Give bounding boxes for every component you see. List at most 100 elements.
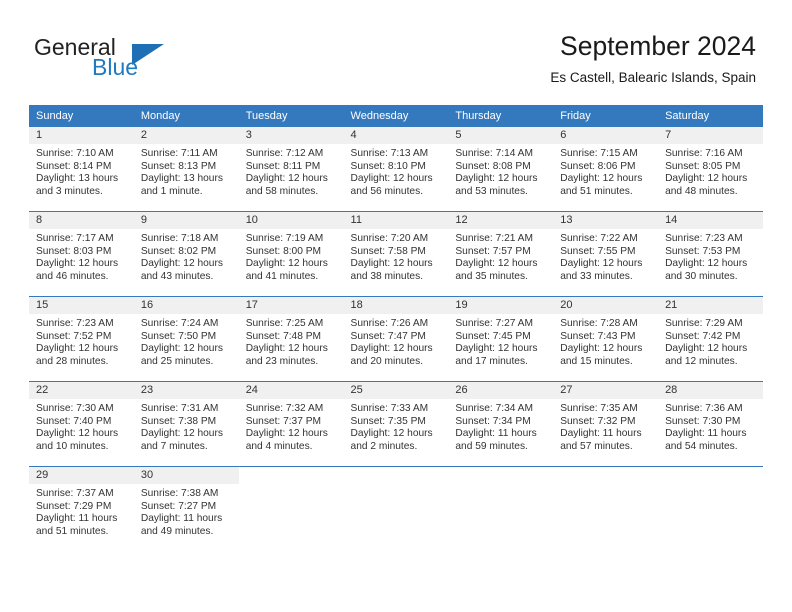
calendar-day-cell[interactable]: 7 Sunrise: 7:16 AM Sunset: 8:05 PM Daylight… [658, 127, 763, 212]
sunset-text: Sunset: 8:11 PM [245, 160, 321, 172]
day-number: 3 [238, 127, 344, 144]
sunset-text: Sunset: 7:52 PM [36, 330, 112, 342]
sunset-text: Sunset: 7:58 PM [350, 245, 426, 257]
calendar-day-cell[interactable]: 18 Sunrise: 7:26 AM Sunset: 7:47 PM Dayligh… [343, 296, 449, 382]
sunrise-text: Sunrise: 7:19 AM [245, 233, 324, 244]
calendar-day-cell[interactable]: 4 Sunrise: 7:13 AM Sunset: 8:10 PM Daylight… [343, 127, 449, 212]
day-details: Sunrise: 7:35 AM Sunset: 7:32 PM Daylight:… [553, 399, 658, 453]
daylight-text-line2: and 35 minutes. [455, 270, 528, 282]
day-details: Sunrise: 7:37 AM Sunset: 7:29 PM Daylight:… [29, 484, 134, 538]
sunrise-text: Sunrise: 7:29 AM [665, 318, 743, 329]
day-number: 7 [658, 127, 763, 144]
calendar-day-cell[interactable]: 11 Sunrise: 7:20 AM Sunset: 7:58 PM Dayligh… [343, 211, 449, 297]
weekday-header-saturday: Saturday [658, 105, 763, 127]
daylight-text-line2: and 28 minutes. [36, 355, 109, 367]
daylight-text-line1: Daylight: 13 hours [36, 173, 119, 185]
day-number: 11 [343, 212, 449, 229]
day-number [448, 467, 553, 484]
calendar-day-cell[interactable]: 15 Sunrise: 7:23 AM Sunset: 7:52 PM Dayligh… [29, 296, 134, 382]
day-details: Sunrise: 7:12 AM Sunset: 8:11 PM Daylight:… [239, 144, 344, 198]
day-number: 18 [343, 297, 449, 314]
day-number: 1 [29, 127, 134, 144]
calendar-day-cell[interactable]: 13 Sunrise: 7:22 AM Sunset: 7:55 PM Dayligh… [553, 211, 659, 297]
daylight-text-line1: Daylight: 12 hours [455, 173, 538, 185]
calendar-day-cell[interactable]: 29 Sunrise: 7:37 AM Sunset: 7:29 PM Dayligh… [29, 466, 134, 551]
sunset-text: Sunset: 7:37 PM [245, 415, 322, 427]
calendar-day-cell[interactable]: 27 Sunrise: 7:35 AM Sunset: 7:32 PM Dayligh… [553, 381, 659, 467]
day-details: Sunrise: 7:36 AM Sunset: 7:30 PM Daylight:… [658, 399, 763, 453]
calendar-day-cell[interactable]: 25 Sunrise: 7:33 AM Sunset: 7:35 PM Dayligh… [343, 381, 449, 467]
daylight-text-line1: Daylight: 12 hours [36, 428, 119, 440]
sunrise-text: Sunrise: 7:15 AM [560, 148, 638, 159]
calendar-week-row: 29 Sunrise: 7:37 AM Sunset: 7:29 PM Dayligh… [29, 466, 763, 551]
daylight-text-line2: and 2 minutes. [350, 440, 418, 452]
day-cell-content: 9 Sunrise: 7:18 AM Sunset: 8:02 PM Daylight… [133, 212, 239, 296]
day-cell-content [344, 467, 449, 551]
calendar-day-cell[interactable]: 24 Sunrise: 7:32 AM Sunset: 7:37 PM Dayligh… [238, 381, 344, 467]
day-number [658, 467, 763, 484]
day-number: 23 [133, 382, 239, 399]
sunrise-text: Sunrise: 7:18 AM [140, 233, 219, 244]
calendar-day-cell[interactable]: 5 Sunrise: 7:14 AM Sunset: 8:08 PM Daylight… [448, 127, 554, 212]
sunrise-text: Sunrise: 7:23 AM [36, 318, 114, 329]
sunrise-text: Sunrise: 7:37 AM [36, 488, 114, 499]
calendar-week-row: 15 Sunrise: 7:23 AM Sunset: 7:52 PM Dayligh… [29, 296, 763, 382]
weekday-header-row: Sunday Monday Tuesday Wednesday Thursday… [29, 105, 763, 127]
daylight-text-line2: and 49 minutes. [140, 525, 214, 537]
calendar-day-cell[interactable]: 19 Sunrise: 7:27 AM Sunset: 7:45 PM Dayligh… [448, 296, 554, 382]
calendar-day-cell[interactable]: 3 Sunrise: 7:12 AM Sunset: 8:11 PM Daylight… [238, 127, 344, 212]
weekday-header-friday: Friday [553, 105, 659, 127]
calendar-day-cell[interactable]: 21 Sunrise: 7:29 AM Sunset: 7:42 PM Dayligh… [658, 296, 763, 382]
day-cell-content: 12 Sunrise: 7:21 AM Sunset: 7:57 PM Dayligh… [448, 212, 554, 296]
daylight-text-line1: Daylight: 12 hours [665, 343, 748, 355]
day-number: 14 [658, 212, 763, 229]
calendar-day-cell[interactable]: 30 Sunrise: 7:38 AM Sunset: 7:27 PM Dayligh… [133, 466, 239, 551]
calendar-day-cell[interactable]: 28 Sunrise: 7:36 AM Sunset: 7:30 PM Dayligh… [658, 381, 763, 467]
calendar-day-cell[interactable]: 22 Sunrise: 7:30 AM Sunset: 7:40 PM Dayligh… [29, 381, 134, 467]
sunset-text: Sunset: 7:43 PM [560, 330, 636, 342]
day-cell-content: 21 Sunrise: 7:29 AM Sunset: 7:42 PM Dayligh… [658, 297, 763, 381]
calendar-day-cell[interactable]: 14 Sunrise: 7:23 AM Sunset: 7:53 PM Dayligh… [658, 211, 763, 297]
day-details: Sunrise: 7:16 AM Sunset: 8:05 PM Daylight:… [658, 144, 763, 198]
day-details: Sunrise: 7:34 AM Sunset: 7:34 PM Daylight:… [448, 399, 553, 453]
calendar-day-cell[interactable]: 9 Sunrise: 7:18 AM Sunset: 8:02 PM Daylight… [133, 211, 239, 297]
calendar-day-cell[interactable]: 8 Sunrise: 7:17 AM Sunset: 8:03 PM Daylight… [29, 211, 134, 297]
calendar-day-cell[interactable]: 2 Sunrise: 7:11 AM Sunset: 8:13 PM Daylight… [133, 127, 239, 212]
day-cell-content: 7 Sunrise: 7:16 AM Sunset: 8:05 PM Daylight… [658, 127, 763, 211]
day-number: 5 [448, 127, 554, 144]
sunset-text: Sunset: 7:50 PM [140, 330, 217, 342]
day-cell-content: 15 Sunrise: 7:23 AM Sunset: 7:52 PM Dayligh… [29, 297, 134, 381]
calendar-week-row: 8 Sunrise: 7:17 AM Sunset: 8:03 PM Daylight… [29, 211, 763, 297]
calendar-day-cell[interactable]: 23 Sunrise: 7:31 AM Sunset: 7:38 PM Dayligh… [133, 381, 239, 467]
calendar-day-cell[interactable]: 26 Sunrise: 7:34 AM Sunset: 7:34 PM Dayligh… [448, 381, 554, 467]
day-number: 20 [553, 297, 659, 314]
day-cell-content [658, 467, 763, 551]
sunrise-text: Sunrise: 7:34 AM [455, 403, 533, 414]
day-details: Sunrise: 7:32 AM Sunset: 7:37 PM Daylight:… [239, 399, 344, 453]
brand-logo[interactable]: General Blue [34, 34, 214, 82]
daylight-text-line2: and 51 minutes. [560, 185, 633, 197]
calendar-day-cell[interactable]: 17 Sunrise: 7:25 AM Sunset: 7:48 PM Dayligh… [238, 296, 344, 382]
calendar-day-cell[interactable]: 6 Sunrise: 7:15 AM Sunset: 8:06 PM Daylight… [553, 127, 659, 212]
sunrise-text: Sunrise: 7:16 AM [665, 148, 743, 159]
calendar-day-cell[interactable]: 1 Sunrise: 7:10 AM Sunset: 8:14 PM Daylight… [29, 127, 134, 212]
calendar-day-cell[interactable]: 10 Sunrise: 7:19 AM Sunset: 8:00 PM Dayligh… [238, 211, 344, 297]
sunset-text: Sunset: 8:00 PM [245, 245, 322, 257]
daylight-text-line1: Daylight: 12 hours [455, 343, 538, 355]
daylight-text-line1: Daylight: 12 hours [245, 343, 328, 355]
sunrise-text: Sunrise: 7:14 AM [455, 148, 533, 159]
daylight-text-line1: Daylight: 12 hours [140, 428, 223, 440]
day-number: 2 [133, 127, 239, 144]
day-number: 29 [29, 467, 134, 484]
daylight-text-line2: and 1 minute. [140, 185, 203, 197]
calendar-day-cell[interactable]: 20 Sunrise: 7:28 AM Sunset: 7:43 PM Dayligh… [553, 296, 659, 382]
day-cell-content: 10 Sunrise: 7:19 AM Sunset: 8:00 PM Dayligh… [238, 212, 344, 296]
daylight-text-line1: Daylight: 12 hours [560, 258, 643, 270]
calendar-week-row: 22 Sunrise: 7:30 AM Sunset: 7:40 PM Dayligh… [29, 381, 763, 467]
calendar-day-cell[interactable]: 16 Sunrise: 7:24 AM Sunset: 7:50 PM Dayligh… [133, 296, 239, 382]
calendar-day-cell[interactable]: 12 Sunrise: 7:21 AM Sunset: 7:57 PM Dayligh… [448, 211, 554, 297]
day-cell-content: 20 Sunrise: 7:28 AM Sunset: 7:43 PM Dayligh… [553, 297, 659, 381]
sunrise-text: Sunrise: 7:24 AM [140, 318, 219, 329]
sunrise-text: Sunrise: 7:33 AM [350, 403, 429, 414]
daylight-text-line2: and 7 minutes. [140, 440, 208, 452]
